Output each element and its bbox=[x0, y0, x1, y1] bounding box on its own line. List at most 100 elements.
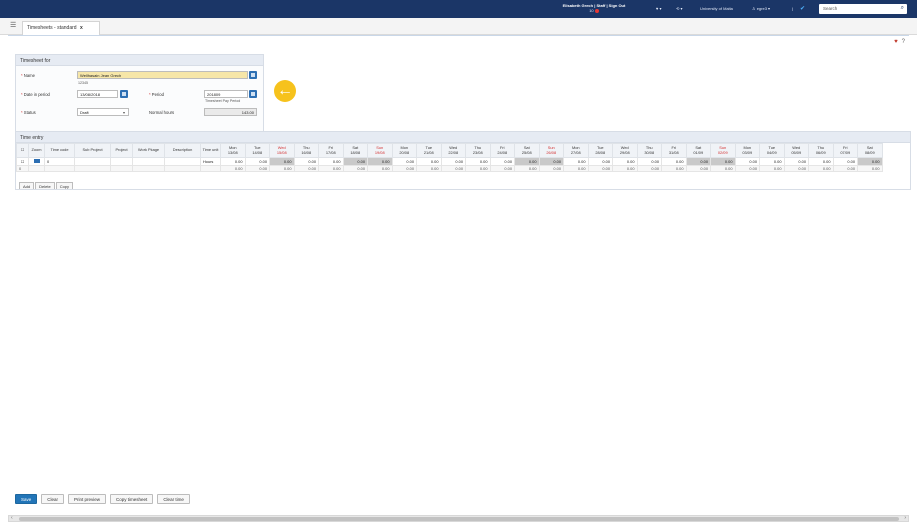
period-field[interactable]: 201809 bbox=[204, 90, 248, 98]
select-all-checkbox[interactable]: ☐ bbox=[16, 143, 29, 158]
hours-cell[interactable]: 0.00 bbox=[759, 157, 785, 166]
scroll-right-icon[interactable]: › bbox=[904, 515, 906, 521]
search-icon[interactable]: ⌕ bbox=[901, 5, 904, 12]
clear-button[interactable]: Clear bbox=[41, 494, 65, 504]
hours-cell[interactable]: 0.00 bbox=[587, 157, 613, 166]
hours-cell[interactable]: 0.00 bbox=[832, 157, 858, 166]
hours-cell[interactable]: 0.00 bbox=[465, 157, 491, 166]
panel-title: Time entry bbox=[16, 132, 910, 143]
total-cell: 0.00 bbox=[244, 165, 270, 172]
time-code-cell[interactable]: 0 bbox=[44, 157, 75, 166]
history-menu[interactable]: ⟲ ▾ bbox=[676, 6, 682, 11]
name-sub: 12345 bbox=[78, 81, 88, 85]
column-header-day: Wed 15/08 bbox=[269, 143, 295, 158]
heart-icon[interactable]: ♥ bbox=[894, 39, 898, 45]
hours-cell[interactable]: 0.00 bbox=[734, 157, 760, 166]
print-preview-button[interactable]: Print preview bbox=[68, 494, 107, 504]
empty-cell bbox=[28, 165, 45, 172]
empty-cell[interactable] bbox=[132, 157, 165, 166]
save-button[interactable]: Save bbox=[15, 494, 38, 504]
scrollbar-thumb[interactable] bbox=[19, 517, 899, 521]
time-entry-grid: ☐ Zoom Time code Sub Project Project Work Pka… bbox=[16, 143, 883, 172]
total-cell: 0.00 bbox=[391, 165, 417, 172]
hours-cell[interactable]: 0.00 bbox=[269, 157, 295, 166]
hours-cell[interactable]: 0.00 bbox=[367, 157, 393, 166]
hours-cell[interactable]: 0.00 bbox=[808, 157, 834, 166]
hours-cell[interactable]: 0.00 bbox=[661, 157, 687, 166]
favorites-menu[interactable]: ♥ ▾ bbox=[656, 6, 662, 11]
hours-cell[interactable]: 0.00 bbox=[416, 157, 442, 166]
day-date: 20/08 bbox=[399, 149, 410, 155]
column-header-day: Wed 29/08 bbox=[612, 143, 638, 158]
empty-cell bbox=[200, 165, 221, 172]
period-lookup-icon[interactable] bbox=[249, 90, 257, 98]
copy-timesheet-button[interactable]: Copy timesheet bbox=[110, 494, 154, 504]
normal-hours-field: 143.00 bbox=[204, 108, 257, 116]
horizontal-scrollbar[interactable]: ‹ › bbox=[8, 515, 909, 522]
day-date: 29/08 bbox=[619, 149, 630, 155]
hours-cell[interactable]: 0.00 bbox=[563, 157, 589, 166]
hours-cell[interactable]: 0.00 bbox=[636, 157, 662, 166]
column-header: Description bbox=[164, 143, 201, 158]
total-cell: 0.00 bbox=[465, 165, 491, 172]
empty-cell[interactable] bbox=[110, 157, 133, 166]
hours-cell[interactable]: 0.00 bbox=[318, 157, 344, 166]
hours-cell[interactable]: 0.00 bbox=[783, 157, 809, 166]
search-input[interactable]: Search ⌕ bbox=[819, 4, 907, 14]
copy-button[interactable]: Copy bbox=[55, 182, 74, 189]
hours-cell[interactable]: 0.00 bbox=[857, 157, 883, 166]
column-header-day: Tue 04/09 bbox=[759, 143, 785, 158]
hours-cell[interactable]: 0.00 bbox=[489, 157, 515, 166]
hours-cell[interactable]: 0.00 bbox=[244, 157, 270, 166]
date-label: * Date in period bbox=[21, 92, 50, 97]
close-icon[interactable]: x bbox=[80, 25, 83, 31]
hours-cell[interactable]: 0.00 bbox=[342, 157, 368, 166]
hours-cell[interactable]: 0.00 bbox=[612, 157, 638, 166]
hours-cell[interactable]: 0.00 bbox=[391, 157, 417, 166]
name-label: * Name bbox=[21, 73, 35, 78]
tab-label: Timesheets - standard bbox=[27, 25, 77, 31]
clear-time-button[interactable]: Clear time bbox=[157, 494, 190, 504]
empty-cell[interactable] bbox=[74, 157, 111, 166]
delete-button[interactable]: Delete bbox=[35, 182, 55, 189]
column-header-day: Fri 07/09 bbox=[832, 143, 858, 158]
zoom-icon[interactable] bbox=[28, 157, 45, 166]
scroll-left-icon[interactable]: ‹ bbox=[11, 515, 13, 521]
add-button[interactable]: Add bbox=[19, 182, 35, 189]
total-cell: 0.00 bbox=[734, 165, 760, 172]
help-icon[interactable]: ? bbox=[902, 39, 905, 45]
calendar-icon[interactable] bbox=[120, 90, 128, 98]
tab-strip: ☰ Timesheets - standard x bbox=[0, 18, 917, 35]
total-cell: 0.00 bbox=[489, 165, 515, 172]
date-in-period-field[interactable]: 13/08/2018 bbox=[77, 90, 118, 98]
row-checkbox[interactable]: ☐ bbox=[16, 157, 29, 166]
account-menu[interactable]: ♙ egre3 ▾ bbox=[752, 6, 770, 11]
arrow-left-icon: ← bbox=[274, 80, 296, 102]
organization-menu[interactable]: University of Malta bbox=[700, 6, 733, 11]
hours-cell[interactable]: 0.00 bbox=[293, 157, 319, 166]
name-lookup-icon[interactable] bbox=[249, 71, 257, 79]
hours-cell[interactable]: 0.00 bbox=[514, 157, 540, 166]
total-cell: 0.00 bbox=[685, 165, 711, 172]
hours-cell[interactable]: 0.00 bbox=[685, 157, 711, 166]
check-icon[interactable]: ✔ bbox=[800, 5, 805, 12]
hours-cell[interactable]: 0.00 bbox=[440, 157, 466, 166]
status-select[interactable]: Draft bbox=[77, 108, 129, 116]
day-date: 21/08 bbox=[423, 149, 434, 155]
tab-timesheets-standard[interactable]: Timesheets - standard x bbox=[22, 21, 100, 35]
hours-cell[interactable]: 0.00 bbox=[220, 157, 246, 166]
column-header-day: Tue 14/08 bbox=[244, 143, 270, 158]
column-header-day: Thu 23/08 bbox=[465, 143, 491, 158]
chevron-down-icon[interactable]: ▾ bbox=[123, 110, 125, 115]
name-field[interactable]: Wellhasain Jean Grech bbox=[77, 71, 248, 79]
hours-cell[interactable]: 0.00 bbox=[538, 157, 564, 166]
day-date: 06/09 bbox=[815, 149, 826, 155]
column-header-day: Tue 21/08 bbox=[416, 143, 442, 158]
hours-cell[interactable]: 0.00 bbox=[710, 157, 736, 166]
total-cell: 0.00 bbox=[440, 165, 466, 172]
day-date: 03/09 bbox=[742, 149, 753, 155]
column-header-day: Thu 16/08 bbox=[293, 143, 319, 158]
empty-cell[interactable] bbox=[164, 157, 201, 166]
menu-icon[interactable]: ☰ bbox=[10, 22, 18, 30]
day-date: 04/09 bbox=[766, 149, 777, 155]
